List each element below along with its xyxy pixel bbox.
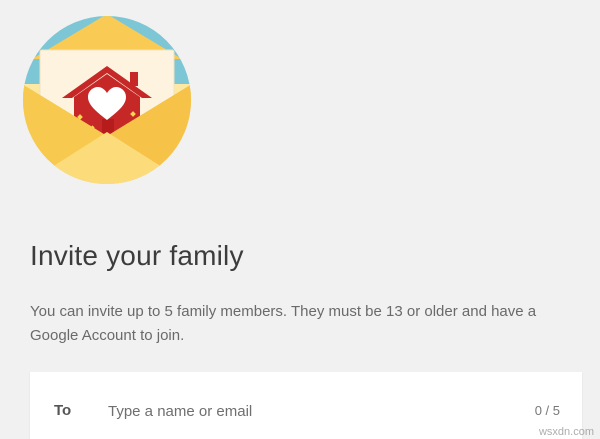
- recipient-input[interactable]: [108, 398, 488, 424]
- family-invite-illustration: [22, 14, 192, 186]
- recipient-field-card: To 0 / 5: [30, 372, 582, 439]
- recipient-count: 0 / 5: [534, 403, 560, 418]
- page-title: Invite your family: [30, 240, 244, 271]
- invite-description: You can invite up to 5 family members. T…: [30, 303, 537, 344]
- family-invite-envelope-icon: [23, 16, 191, 184]
- watermark: wsxdn.com: [538, 426, 594, 438]
- to-label: To: [54, 402, 72, 419]
